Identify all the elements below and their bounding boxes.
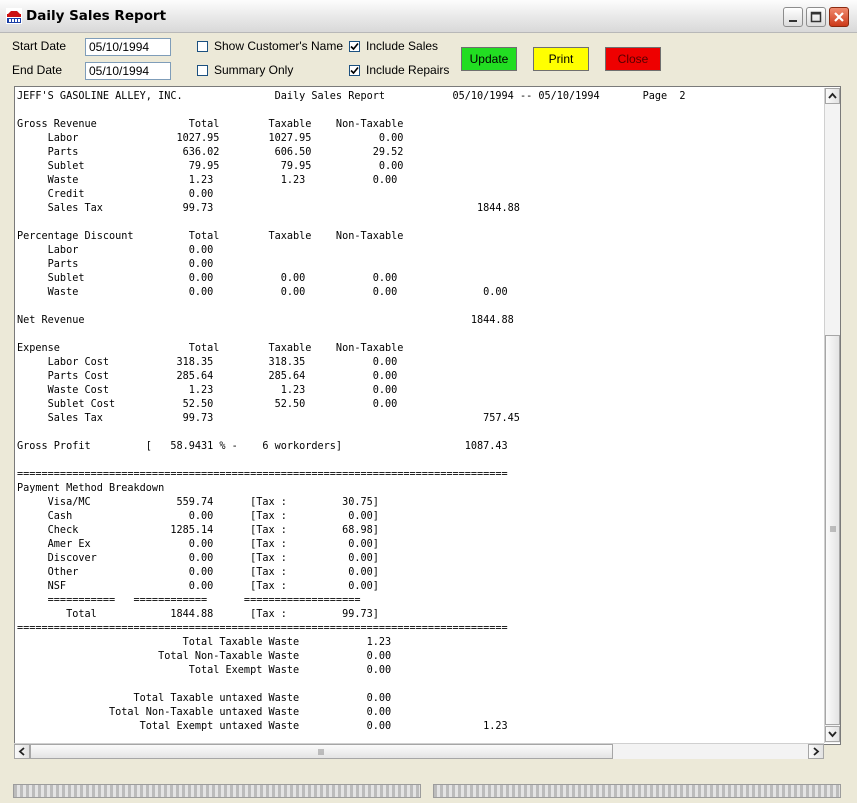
close-window-button[interactable] (829, 7, 849, 27)
print-button[interactable]: Print (533, 47, 589, 71)
end-date-label: End Date (12, 63, 63, 77)
grip-icon (830, 526, 836, 532)
show-customer-name-checkbox[interactable] (197, 41, 208, 52)
include-repairs-checkbox[interactable] (349, 65, 360, 76)
status-panel-left (13, 784, 421, 798)
aims-logo-icon (6, 8, 22, 24)
chevron-down-icon (828, 731, 837, 738)
maximize-button[interactable] (806, 7, 826, 27)
checkmark-icon (350, 66, 359, 75)
close-button[interactable]: Close (605, 47, 661, 71)
report-text: JEFF'S GASOLINE ALLEY, INC. Daily Sales … (17, 91, 686, 732)
title-bar[interactable]: Daily Sales Report (0, 0, 857, 33)
scroll-down-button[interactable] (825, 726, 840, 742)
close-icon (834, 12, 844, 22)
vertical-scrollbar[interactable] (824, 88, 840, 743)
show-customer-name-label: Show Customer's Name (214, 39, 343, 53)
horizontal-scrollbar[interactable] (14, 743, 824, 759)
chevron-left-icon (18, 747, 25, 756)
minimize-button[interactable] (783, 7, 803, 27)
grip-icon (318, 749, 324, 755)
chevron-up-icon (828, 92, 837, 99)
minimize-icon (789, 20, 797, 22)
chevron-right-icon (813, 747, 820, 756)
report-viewer[interactable]: JEFF'S GASOLINE ALLEY, INC. Daily Sales … (14, 86, 841, 745)
horizontal-scroll-thumb[interactable] (30, 744, 613, 759)
scroll-up-button[interactable] (825, 88, 840, 104)
scroll-left-button[interactable] (14, 744, 30, 759)
summary-only-label: Summary Only (214, 63, 294, 77)
vertical-scroll-thumb[interactable] (825, 335, 840, 725)
start-date-label: Start Date (12, 39, 67, 53)
update-button[interactable]: Update (461, 47, 517, 71)
start-date-input[interactable]: 05/10/1994 (85, 38, 171, 56)
include-sales-label: Include Sales (366, 39, 439, 53)
status-panel-right (433, 784, 841, 798)
window-title: Daily Sales Report (26, 8, 167, 24)
include-sales-checkbox[interactable] (349, 41, 360, 52)
scroll-right-button[interactable] (808, 744, 824, 759)
end-date-input[interactable]: 05/10/1994 (85, 62, 171, 80)
summary-only-checkbox[interactable] (197, 65, 208, 76)
include-repairs-label: Include Repairs (366, 63, 450, 77)
checkmark-icon (350, 42, 359, 51)
maximize-icon (810, 11, 822, 23)
